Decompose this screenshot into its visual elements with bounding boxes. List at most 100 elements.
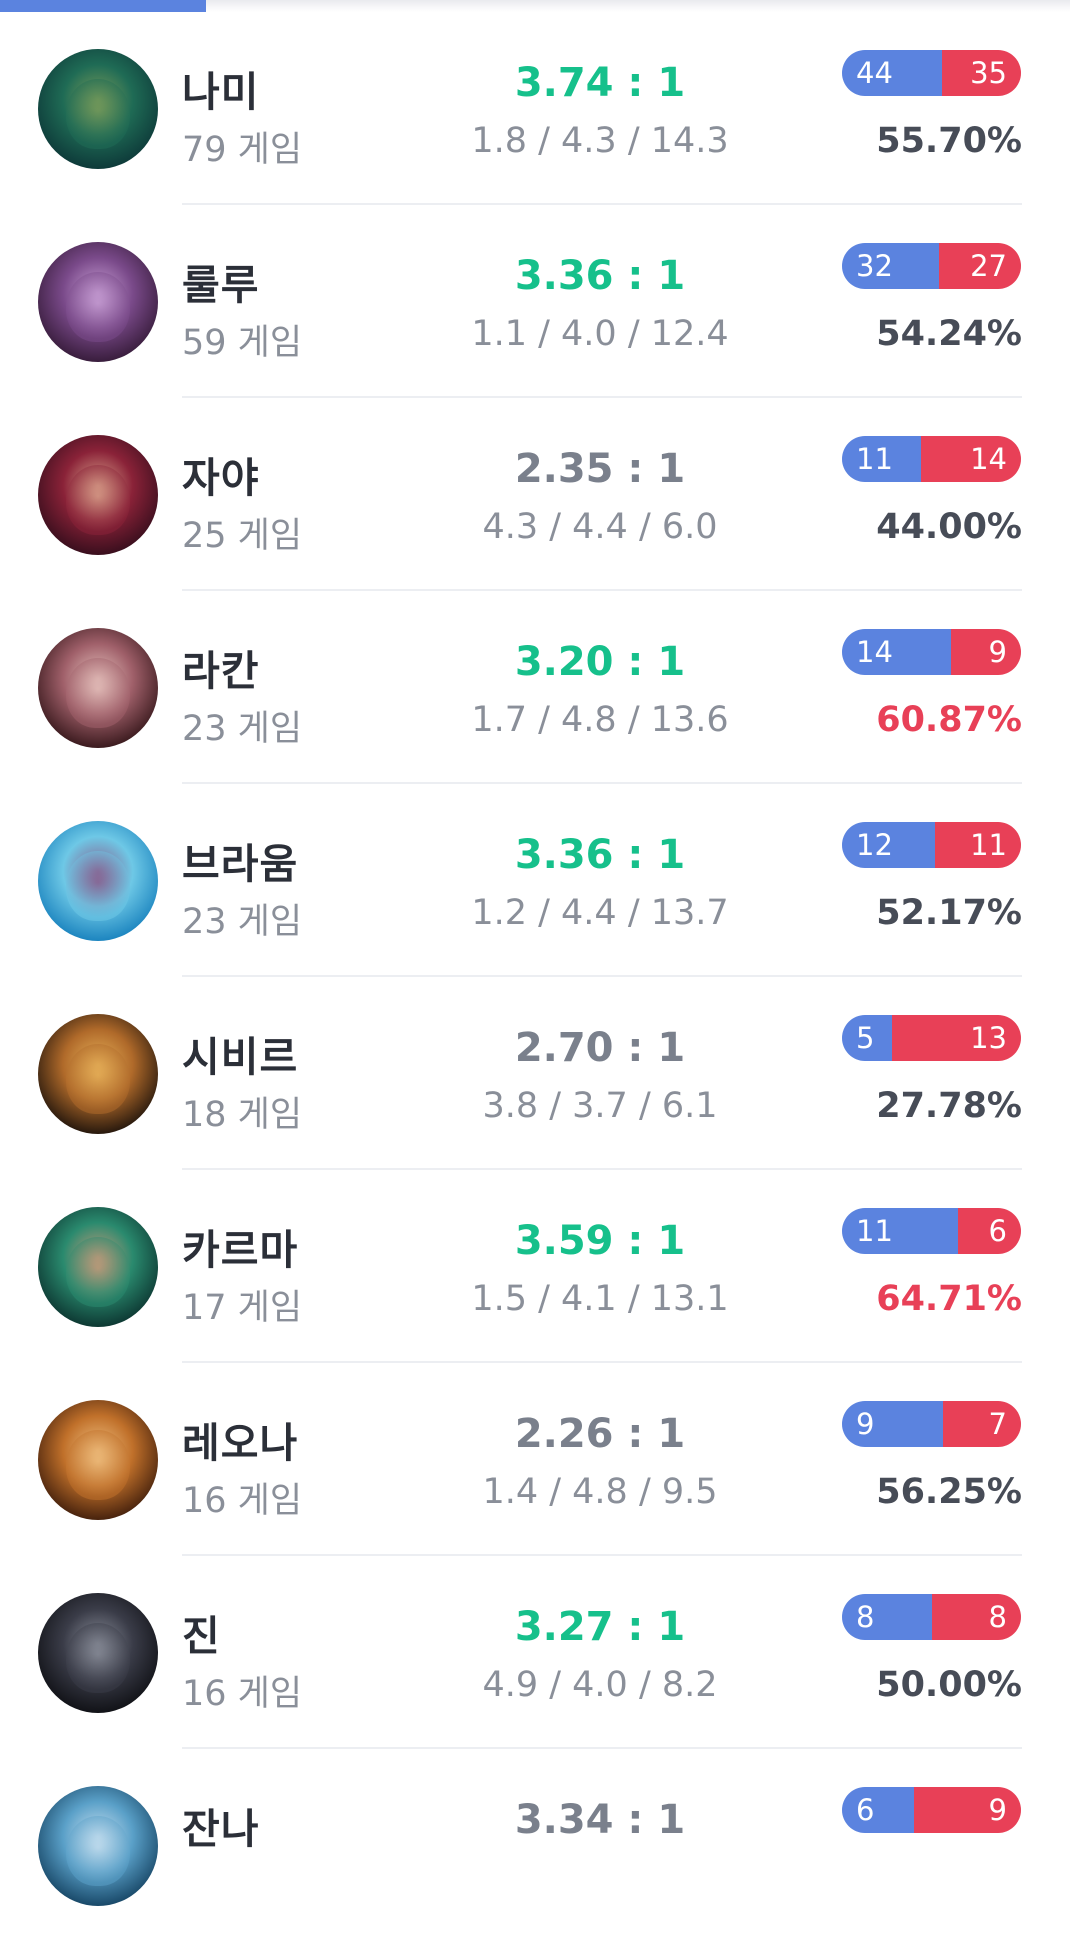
win-loss-bar: 5 13: [842, 1015, 1021, 1061]
wins-count: 11: [842, 436, 921, 482]
losses-count: 9: [950, 629, 1021, 675]
champion-row[interactable]: 라칸 23 게임 3.20 : 1 1.7 / 4.8 / 13.6 14 9 60.87%: [0, 591, 1070, 784]
win-loss-bar: 44 35: [842, 50, 1021, 96]
champion-avatar: [38, 242, 158, 362]
kda-average: 1.7 / 4.8 / 13.6: [471, 700, 729, 740]
champion-name: 카르마: [182, 1226, 299, 1274]
tab-bar: [0, 0, 1070, 12]
wins-count: 9: [842, 1401, 943, 1447]
kda-ratio: 3.36 : 1: [514, 253, 686, 299]
games-played: 18 게임: [182, 1095, 303, 1135]
champion-name: 자야: [182, 454, 260, 502]
champion-avatar: [38, 628, 158, 748]
champion-row[interactable]: 브라움 23 게임 3.36 : 1 1.2 / 4.4 / 13.7 12 11 52.1…: [0, 784, 1070, 977]
kda-average: 1.8 / 4.3 / 14.3: [471, 121, 729, 161]
kda-ratio: 3.20 : 1: [514, 639, 686, 685]
champion-name: 시비르: [182, 1033, 299, 1081]
games-played: 17 게임: [182, 1288, 303, 1328]
losses-count: 6: [957, 1208, 1021, 1254]
active-tab-indicator: [0, 0, 206, 12]
champion-name: 잔나: [182, 1805, 260, 1853]
champion-name: 라칸: [182, 647, 260, 695]
kda-average: 1.4 / 4.8 / 9.5: [482, 1472, 718, 1512]
losses-count: 35: [941, 50, 1021, 96]
champion-row[interactable]: 진 16 게임 3.27 : 1 4.9 / 4.0 / 8.2 8 8 50.00%: [0, 1556, 1070, 1749]
games-played: 16 게임: [182, 1481, 303, 1521]
champion-row[interactable]: 카르마 17 게임 3.59 : 1 1.5 / 4.1 / 13.1 11 6 64.71…: [0, 1170, 1070, 1363]
kda-ratio: 3.59 : 1: [514, 1218, 686, 1264]
champion-name: 진: [182, 1612, 221, 1660]
kda-ratio: 3.36 : 1: [514, 832, 686, 878]
win-loss-bar: 69: [842, 1787, 1021, 1833]
win-loss-bar: 14 9: [842, 629, 1021, 675]
losses-count: 9: [913, 1787, 1021, 1833]
kda-ratio: 2.26 : 1: [514, 1411, 686, 1457]
kda-ratio: 3.74 : 1: [514, 60, 686, 106]
win-rate: 56.25%: [876, 1472, 1022, 1512]
kda-ratio: 2.70 : 1: [514, 1025, 686, 1071]
champion-name: 레오나: [182, 1419, 299, 1467]
champion-name: 나미: [182, 68, 260, 116]
kda-average: 3.8 / 3.7 / 6.1: [482, 1086, 718, 1126]
win-rate: 44.00%: [876, 507, 1022, 547]
win-loss-bar: 11 14: [842, 436, 1021, 482]
champion-avatar: [38, 1400, 158, 1520]
win-rate: 64.71%: [876, 1279, 1022, 1319]
win-rate: 60.87%: [876, 700, 1022, 740]
win-rate: 54.24%: [876, 314, 1022, 354]
win-loss-bar: 12 11: [842, 822, 1021, 868]
win-loss-bar: 32 27: [842, 243, 1021, 289]
champion-row[interactable]: 시비르 18 게임 2.70 : 1 3.8 / 3.7 / 6.1 5 13 27.78%: [0, 977, 1070, 1170]
losses-count: 27: [939, 243, 1021, 289]
kda-average: 4.3 / 4.4 / 6.0: [482, 507, 718, 547]
games-played: 59 게임: [182, 323, 303, 363]
champion-avatar: [38, 1593, 158, 1713]
wins-count: 5: [842, 1015, 892, 1061]
champion-row[interactable]: 잔나 3.34 : 1 69: [0, 1749, 1070, 1942]
wins-count: 11: [842, 1208, 958, 1254]
losses-count: 11: [935, 822, 1021, 868]
wins-count: 8: [842, 1594, 932, 1640]
kda-average: 1.1 / 4.0 / 12.4: [471, 314, 729, 354]
champion-name: 룰루: [182, 261, 260, 309]
games-played: 79 게임: [182, 130, 303, 170]
losses-count: 7: [942, 1401, 1021, 1447]
wins-count: 6: [842, 1787, 914, 1833]
champion-row[interactable]: 룰루 59 게임 3.36 : 1 1.1 / 4.0 / 12.4 32 27 54.24…: [0, 205, 1070, 398]
kda-ratio: 3.27 : 1: [514, 1604, 686, 1650]
champion-avatar: [38, 1786, 158, 1906]
win-loss-bar: 88: [842, 1594, 1021, 1640]
champion-avatar: [38, 1014, 158, 1134]
kda-ratio: 3.34 : 1: [514, 1797, 686, 1843]
games-played: 23 게임: [182, 709, 303, 749]
champion-name: 브라움: [182, 840, 299, 888]
champion-row[interactable]: 자야 25 게임 2.35 : 1 4.3 / 4.4 / 6.0 11 14 44.00%: [0, 398, 1070, 591]
games-played: 23 게임: [182, 902, 303, 942]
kda-average: 4.9 / 4.0 / 8.2: [482, 1665, 718, 1705]
win-rate: 52.17%: [876, 893, 1022, 933]
games-played: 25 게임: [182, 516, 303, 556]
kda-average: 1.2 / 4.4 / 13.7: [471, 893, 729, 933]
win-loss-bar: 97: [842, 1401, 1021, 1447]
champion-stats-list: 나미 79 게임 3.74 : 1 1.8 / 4.3 / 14.3 44 35 55.70…: [0, 12, 1070, 1942]
kda-average: 1.5 / 4.1 / 13.1: [471, 1279, 729, 1319]
wins-count: 44: [842, 50, 942, 96]
losses-count: 13: [891, 1015, 1021, 1061]
games-played: 16 게임: [182, 1674, 303, 1714]
kda-ratio: 2.35 : 1: [514, 446, 686, 492]
losses-count: 8: [931, 1594, 1021, 1640]
champion-avatar: [38, 1207, 158, 1327]
losses-count: 14: [920, 436, 1021, 482]
wins-count: 12: [842, 822, 936, 868]
win-rate: 50.00%: [876, 1665, 1022, 1705]
champion-avatar: [38, 49, 158, 169]
win-rate: 27.78%: [876, 1086, 1022, 1126]
win-loss-bar: 11 6: [842, 1208, 1021, 1254]
wins-count: 14: [842, 629, 951, 675]
champion-row[interactable]: 나미 79 게임 3.74 : 1 1.8 / 4.3 / 14.3 44 35 55.70…: [0, 12, 1070, 205]
wins-count: 32: [842, 243, 940, 289]
champion-row[interactable]: 레오나 16 게임 2.26 : 1 1.4 / 4.8 / 9.5 9 7 56.25%: [0, 1363, 1070, 1556]
win-rate: 55.70%: [876, 121, 1022, 161]
champion-avatar: [38, 435, 158, 555]
champion-avatar: [38, 821, 158, 941]
